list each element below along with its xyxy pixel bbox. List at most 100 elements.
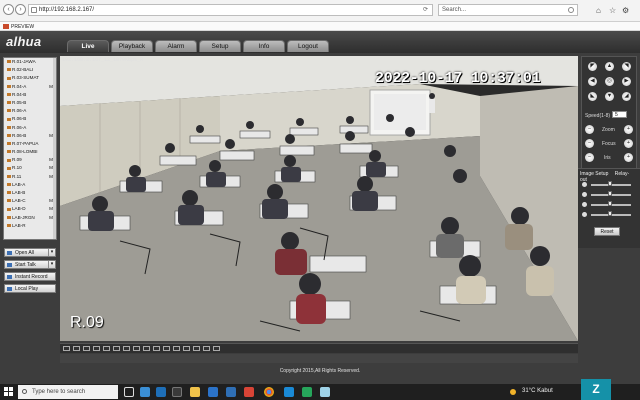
channel-item[interactable]: LAB-D M	[4, 205, 56, 213]
edge-icon[interactable]	[156, 387, 166, 397]
channel-stream-flag[interactable]: M	[49, 173, 53, 181]
iris-close-button[interactable]: −	[585, 153, 594, 162]
channel-item[interactable]: R.04-B	[4, 91, 56, 99]
forward-button[interactable]: ›	[15, 4, 26, 15]
channel-item[interactable]: R.06-A	[4, 107, 56, 115]
slider-knob[interactable]	[608, 201, 612, 206]
channel-item[interactable]: R.09 M	[4, 156, 56, 164]
search-icon[interactable]	[568, 7, 574, 13]
contrast-slider[interactable]	[582, 191, 634, 198]
zoom-out-button[interactable]: −	[585, 125, 594, 134]
file-explorer-icon[interactable]	[190, 387, 200, 397]
layout-button[interactable]	[93, 346, 100, 351]
layout-button[interactable]	[153, 346, 160, 351]
browser-tab[interactable]: PREVIEW	[2, 23, 34, 31]
ptz-up-right-button[interactable]: ◥	[622, 62, 631, 71]
layout-button[interactable]	[213, 346, 220, 351]
outlook-icon[interactable]	[226, 387, 236, 397]
slider-knob[interactable]	[608, 181, 612, 186]
channel-item[interactable]: R.08-LOMBI	[4, 148, 56, 156]
layout-button[interactable]	[83, 346, 90, 351]
ptz-down-button[interactable]: ▼	[605, 92, 614, 101]
ptz-right-button[interactable]: ▶	[622, 77, 631, 86]
ptz-center-button[interactable]: ◎	[605, 77, 614, 86]
layout-button[interactable]	[103, 346, 110, 351]
user-badge[interactable]: Z	[581, 379, 611, 400]
channel-item[interactable]: LAB-B	[4, 189, 56, 197]
app-icon[interactable]	[140, 387, 150, 397]
focus-in-button[interactable]: +	[624, 139, 633, 148]
channel-stream-flag[interactable]: M	[49, 156, 53, 164]
channel-item[interactable]: R.10 M	[4, 164, 56, 172]
speed-select[interactable]: 5	[612, 111, 627, 118]
ptz-up-button[interactable]: ▲	[605, 62, 614, 71]
ptz-down-left-button[interactable]: ◣	[588, 92, 597, 101]
app-icon[interactable]	[320, 387, 330, 397]
iris-open-button[interactable]: +	[624, 153, 633, 162]
layout-button[interactable]	[163, 346, 170, 351]
task-view-icon[interactable]	[124, 387, 134, 397]
hue-slider[interactable]	[582, 211, 634, 218]
local-play-button[interactable]: Local Play	[4, 284, 56, 293]
channel-stream-flag[interactable]: M	[49, 132, 53, 140]
tab-setup[interactable]: Setup	[199, 40, 241, 52]
layout-button[interactable]	[63, 346, 70, 351]
channel-item[interactable]: LAB-A	[4, 181, 56, 189]
chevron-down-icon[interactable]: ▾	[48, 261, 55, 268]
layout-button[interactable]	[123, 346, 130, 351]
channel-item[interactable]: R.06-A	[4, 124, 56, 132]
channel-stream-flag[interactable]: M	[49, 83, 53, 91]
channel-stream-flag[interactable]: M	[49, 214, 53, 222]
excel-icon[interactable]	[302, 387, 312, 397]
chrome-icon[interactable]	[264, 387, 274, 397]
office-icon[interactable]	[244, 387, 254, 397]
settings-gear-icon[interactable]: ⚙	[622, 6, 629, 15]
chevron-down-icon[interactable]: ▾	[48, 249, 55, 256]
layout-button[interactable]	[203, 346, 210, 351]
channel-item[interactable]: R.11 M	[4, 173, 56, 181]
brightness-slider[interactable]	[582, 181, 634, 188]
refresh-icon[interactable]: ⟳	[423, 6, 428, 13]
ptz-down-right-button[interactable]: ◢	[622, 92, 631, 101]
layout-button[interactable]	[113, 346, 120, 351]
weather-text[interactable]: 31°C Kabut	[522, 388, 553, 394]
zoom-in-button[interactable]: +	[624, 125, 633, 134]
mail-icon[interactable]	[208, 387, 218, 397]
channel-item[interactable]: R.06-B	[4, 115, 56, 123]
channel-item[interactable]: R.04-A M	[4, 83, 56, 91]
start-talk-button[interactable]: Start Talk ▾	[4, 260, 56, 269]
open-all-button[interactable]: Open All ▾	[4, 248, 56, 257]
layout-button[interactable]	[173, 346, 180, 351]
channel-item[interactable]: R.03-SUMAT	[4, 74, 56, 82]
back-button[interactable]: ‹	[3, 4, 14, 15]
layout-button[interactable]	[183, 346, 190, 351]
channel-item[interactable]: LAB-R	[4, 222, 56, 230]
windows-start-icon[interactable]	[4, 387, 14, 397]
layout-button[interactable]	[193, 346, 200, 351]
home-icon[interactable]: ⌂	[596, 6, 601, 15]
browser-search-box[interactable]: Search...	[438, 4, 578, 16]
instant-record-button[interactable]: Instant Record	[4, 272, 56, 281]
channel-item[interactable]: R.07-PAPUA	[4, 140, 56, 148]
tab-playback[interactable]: Playback	[111, 40, 153, 52]
channel-item[interactable]: R.01-JAWA	[4, 58, 56, 66]
layout-button[interactable]	[73, 346, 80, 351]
layout-button[interactable]	[133, 346, 140, 351]
ptz-up-left-button[interactable]: ◤	[588, 62, 597, 71]
channel-item[interactable]: LAB-C M	[4, 197, 56, 205]
focus-out-button[interactable]: −	[585, 139, 594, 148]
reset-button[interactable]: Reset	[594, 227, 620, 236]
tab-logout[interactable]: Logout	[287, 40, 329, 52]
tab-alarm[interactable]: Alarm	[155, 40, 197, 52]
tab-live[interactable]: Live	[67, 40, 109, 52]
ptz-left-button[interactable]: ◀	[588, 77, 597, 86]
live-video-view[interactable]: 192.168.2.167_12_1079Kbps_R 2022-10-17 1…	[60, 56, 578, 341]
taskbar-search-box[interactable]: Type here to search	[18, 385, 118, 399]
channel-item[interactable]: R.05-B	[4, 99, 56, 107]
channel-item[interactable]: R.06-B M	[4, 132, 56, 140]
favorites-icon[interactable]: ☆	[609, 6, 616, 15]
channel-item[interactable]: R.02-BALI	[4, 66, 56, 74]
slider-knob[interactable]	[608, 211, 612, 216]
saturation-slider[interactable]	[582, 201, 634, 208]
channel-stream-flag[interactable]: M	[49, 205, 53, 213]
